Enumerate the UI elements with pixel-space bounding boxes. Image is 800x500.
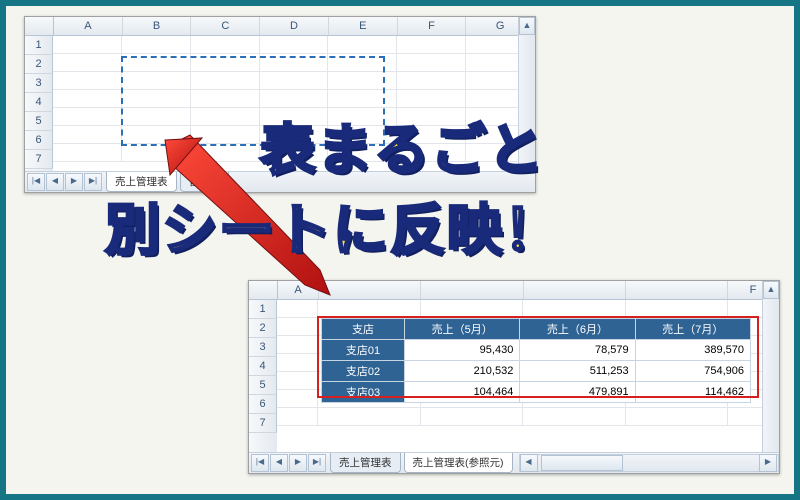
row-header[interactable]: 1	[25, 36, 53, 55]
sheet-tab[interactable]: 売上管理表(参照元)	[404, 453, 513, 473]
col-header[interactable]: D	[260, 17, 329, 35]
row-header[interactable]: 5	[25, 112, 53, 131]
select-all-corner[interactable]	[25, 17, 54, 35]
tab-nav-first[interactable]: |◀	[251, 454, 269, 472]
row-header[interactable]: 5	[249, 376, 277, 395]
row-headers: 1 2 3 4 5 6 7	[25, 36, 53, 172]
column-headers: A B C D E F G	[25, 17, 535, 36]
col-header[interactable]: E	[329, 17, 398, 35]
row-header[interactable]: 3	[25, 74, 53, 93]
row-headers: 1 2 3 4 5 6 7	[249, 300, 277, 453]
row-header[interactable]: 7	[25, 150, 53, 169]
tab-nav-last[interactable]: ▶|	[84, 173, 102, 191]
tab-nav-next[interactable]: ▶	[289, 454, 307, 472]
scroll-right-button[interactable]: ▶	[759, 454, 777, 472]
tab-nav-last[interactable]: ▶|	[308, 454, 326, 472]
col-header[interactable]	[524, 281, 626, 299]
highlight-box	[317, 316, 759, 398]
row-header[interactable]: 3	[249, 338, 277, 357]
sheet-tab-bar: |◀ ◀ ▶ ▶| 売上管理表 売上管理表(参照元) ◀ ▶	[249, 452, 779, 473]
col-header[interactable]: C	[191, 17, 260, 35]
cell-grid[interactable]: 支店 売上（5月） 売上（6月） 売上（7月） 支店01 95,430 78,5…	[277, 300, 779, 453]
headline-text-2: 別シートに反映！	[105, 185, 561, 265]
scroll-up-button[interactable]: ▲	[763, 281, 779, 299]
row-header[interactable]: 6	[249, 395, 277, 414]
sheet-tab[interactable]: 売上管理表	[330, 453, 401, 473]
col-header[interactable]: F	[398, 17, 467, 35]
headline-text-1: 表まるごと	[260, 105, 545, 185]
row-header[interactable]: 2	[249, 319, 277, 338]
scroll-thumb[interactable]	[541, 455, 623, 471]
col-header[interactable]	[626, 281, 728, 299]
col-header[interactable]: A	[54, 17, 123, 35]
vertical-scrollbar[interactable]: ▲	[762, 281, 779, 453]
horizontal-scrollbar[interactable]: ◀ ▶	[519, 454, 780, 472]
row-header[interactable]: 4	[25, 93, 53, 112]
col-header[interactable]	[421, 281, 523, 299]
col-header[interactable]: B	[123, 17, 192, 35]
tab-nav-next[interactable]: ▶	[65, 173, 83, 191]
scroll-left-button[interactable]: ◀	[520, 454, 538, 472]
tab-nav-prev[interactable]: ◀	[46, 173, 64, 191]
row-header[interactable]: 6	[25, 131, 53, 150]
tab-nav-first[interactable]: |◀	[27, 173, 45, 191]
row-header[interactable]: 7	[249, 414, 277, 433]
row-header[interactable]: 2	[25, 55, 53, 74]
tab-nav-prev[interactable]: ◀	[270, 454, 288, 472]
row-header[interactable]: 4	[249, 357, 277, 376]
scroll-up-button[interactable]: ▲	[519, 17, 535, 35]
